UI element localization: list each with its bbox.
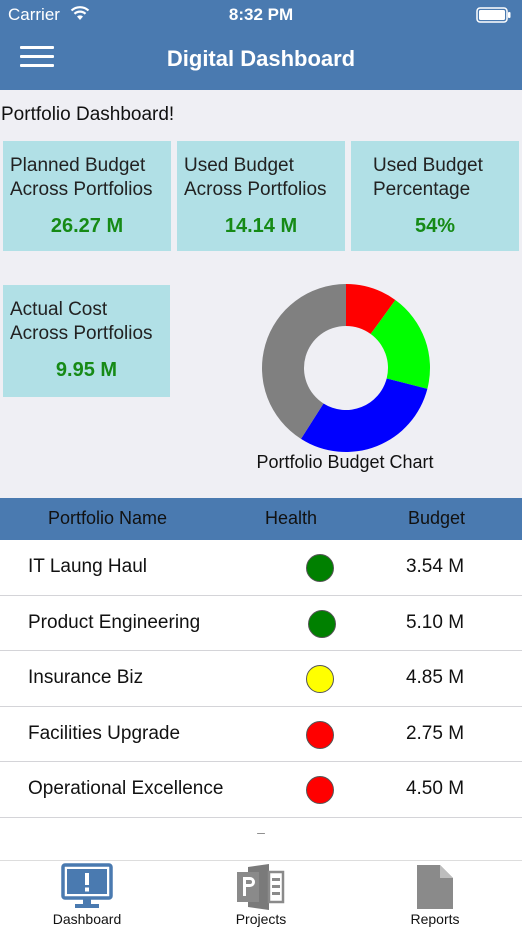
health-indicator <box>306 720 334 749</box>
tab-label: Projects <box>235 911 287 927</box>
portfolio-name: Insurance Biz <box>28 667 144 689</box>
health-indicator <box>306 665 334 694</box>
card-label: Used Budget Across Portfolios <box>184 154 327 202</box>
status-bar: Carrier 8:32 PM <box>0 0 522 30</box>
card-label-line: Planned Budget <box>10 155 146 176</box>
tab-bar: Dashboard Projects Reports <box>0 860 522 928</box>
column-header-health: Health <box>265 508 318 528</box>
card-value: 54% <box>414 215 456 237</box>
tab-label: Dashboard <box>52 911 122 927</box>
tab-projects[interactable]: Projects <box>201 861 321 928</box>
monitor-icon <box>61 863 113 908</box>
portfolio-name: Product Engineering <box>28 611 201 633</box>
tab-reports[interactable]: Reports <box>375 861 495 928</box>
used-budget-card: Used Budget Across Portfolios 14.14 M <box>177 141 345 251</box>
health-indicator <box>308 609 336 638</box>
card-label-line: Used Budget <box>373 155 483 176</box>
list-end-mark: – <box>257 823 265 840</box>
card-value: 26.27 M <box>50 215 124 237</box>
card-value: 9.95 M <box>55 359 118 381</box>
table-row[interactable]: Operational Excellence 4.50 M <box>0 762 522 818</box>
chart-title: Portfolio Budget Chart <box>256 452 434 472</box>
card-label-line: Across Portfolios <box>10 323 153 344</box>
column-header-portfolio-name: Portfolio Name <box>48 508 168 528</box>
nav-bar: Digital Dashboard <box>0 30 522 90</box>
document-icon <box>417 865 453 909</box>
page-title: Digital Dashboard <box>166 46 356 71</box>
column-header-budget: Budget <box>408 508 466 528</box>
table-row[interactable]: Product Engineering 5.10 M <box>0 596 522 652</box>
battery-icon <box>476 7 511 23</box>
card-label-line: Used Budget <box>184 155 294 176</box>
portfolio-budget: 3.54 M <box>405 556 465 577</box>
card-label: Actual Cost Across Portfolios <box>10 298 153 346</box>
table-row[interactable]: Insurance Biz 4.85 M <box>0 651 522 707</box>
portfolio-budget-donut-chart <box>261 284 430 452</box>
card-label: Planned Budget Across Portfolios <box>10 154 153 202</box>
card-label-line: Across Portfolios <box>10 179 153 200</box>
dashboard-heading: Portfolio Dashboard! <box>1 104 175 125</box>
card-value: 14.14 M <box>224 215 298 237</box>
portfolio-budget: 4.50 M <box>405 778 465 800</box>
portfolio-budget: 2.75 M <box>405 722 465 744</box>
card-label-line: Across Portfolios <box>184 179 327 200</box>
planned-budget-card: Planned Budget Across Portfolios 26.27 M <box>3 141 171 251</box>
project-file-icon <box>237 864 285 910</box>
used-budget-percentage-card: Used Budget Percentage 54% <box>351 141 519 251</box>
card-label-line: Actual Cost <box>10 299 108 320</box>
table-row[interactable]: Facilities Upgrade 2.75 M <box>0 707 522 763</box>
clock: 8:32 PM <box>228 5 294 24</box>
portfolio-name: Facilities Upgrade <box>28 722 181 744</box>
chart-slice-2 <box>300 378 428 452</box>
table-row[interactable]: IT Laung Haul 3.54 M <box>0 540 522 596</box>
portfolio-budget: 5.10 M <box>405 611 465 633</box>
tab-label: Reports <box>410 911 460 927</box>
tab-dashboard[interactable]: Dashboard <box>27 861 147 928</box>
health-indicator <box>306 554 334 582</box>
table-header: Portfolio Name Health Budget <box>0 498 522 540</box>
portfolio-name: IT Laung Haul <box>28 556 148 577</box>
actual-cost-card: Actual Cost Across Portfolios 9.95 M <box>3 285 170 397</box>
portfolio-table: IT Laung Haul 3.54 M Product Engineering… <box>0 540 522 860</box>
card-label: Used Budget Percentage <box>373 154 483 202</box>
portfolio-budget: 4.85 M <box>405 667 465 689</box>
health-indicator <box>306 776 334 805</box>
portfolio-name: Operational Excellence <box>28 778 224 800</box>
card-label-line: Percentage <box>373 179 471 200</box>
